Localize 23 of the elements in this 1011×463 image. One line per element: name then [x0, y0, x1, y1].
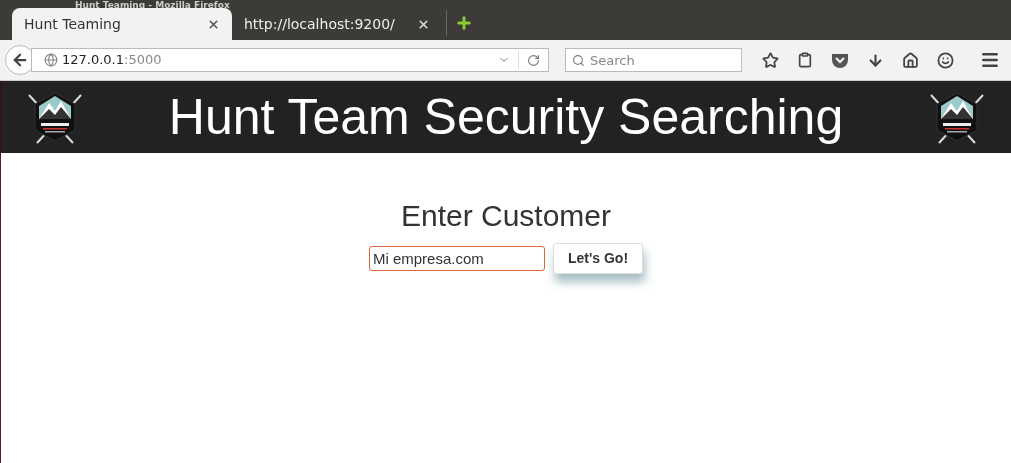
- close-icon[interactable]: [207, 17, 220, 31]
- page-heading: Hunt Team Security Searching: [168, 92, 844, 142]
- search-icon: [572, 53, 585, 67]
- reload-icon[interactable]: [527, 53, 540, 67]
- browser-tab[interactable]: http://localhost:9200/: [232, 8, 442, 40]
- address-field[interactable]: 127.0.0.1:5000: [31, 48, 549, 72]
- bookmark-star-icon[interactable]: [762, 51, 779, 69]
- menu-icon[interactable]: [980, 50, 1000, 70]
- pocket-icon[interactable]: [831, 52, 849, 68]
- form-title: Enter Customer: [400, 201, 612, 231]
- customer-field[interactable]: Mi empresa.com: [368, 246, 545, 271]
- smiley-icon[interactable]: [937, 51, 954, 69]
- submit-button[interactable]: Let's Go!: [552, 243, 644, 274]
- search-field[interactable]: Search: [565, 48, 742, 73]
- close-icon[interactable]: [417, 17, 430, 31]
- browser-tab[interactable]: Hunt Teaming: [12, 8, 232, 40]
- home-icon[interactable]: [902, 51, 919, 69]
- clipboard-icon[interactable]: [797, 52, 813, 68]
- new-tab-icon[interactable]: [455, 14, 473, 32]
- globe-icon: [44, 53, 58, 67]
- window-title: Hunt Teaming - Mozilla Firefox: [74, 0, 231, 10]
- address-text: 127.0.0.1:5000: [62, 51, 162, 70]
- download-icon[interactable]: [867, 51, 884, 69]
